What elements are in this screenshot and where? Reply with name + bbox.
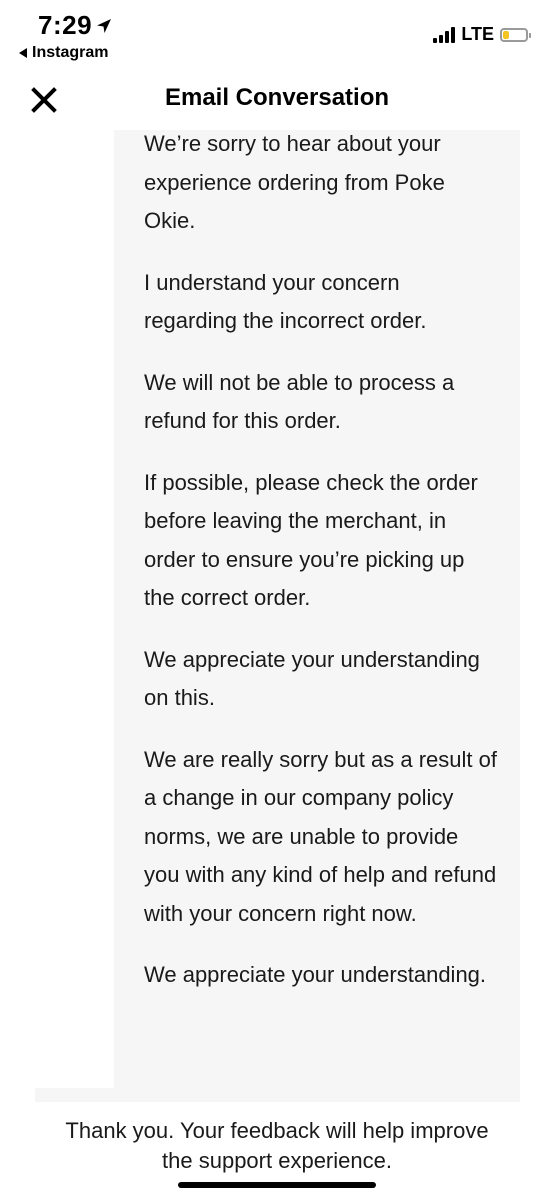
feedback-note-line-1: Thank you. Your feedback will help impro… [65,1118,489,1143]
back-app-label: Instagram [32,44,109,61]
message-paragraph: I understand your concern regarding the … [144,269,427,334]
email-message-panel[interactable]: We’re sorry to hear about your experienc… [114,130,520,1102]
status-time-text: 7:29 [38,10,93,40]
page-title: Email Conversation [164,84,390,111]
location-arrow-icon [96,18,112,34]
message-paragraph: We will not be able to process a refund … [144,369,455,434]
feedback-thanks-note: Thank you. Your feedback will help impro… [0,1116,554,1176]
battery-icon [500,27,531,42]
status-indicators: LTE [433,24,531,45]
cellular-signal-icon [433,26,456,43]
message-paragraph: If possible, please check the order befo… [144,469,478,611]
message-area-background [35,1088,115,1102]
email-message-body: We’re sorry to hear about your experienc… [114,130,520,995]
home-indicator[interactable] [178,1182,376,1188]
status-time: 7:29 [38,10,112,41]
message-paragraph: We appreciate your understanding. [144,962,487,987]
network-type: LTE [461,24,494,44]
message-paragraph: We’re sorry to hear about your experienc… [144,131,445,233]
back-to-app-link[interactable]: Instagram [18,44,108,62]
message-paragraph: We are really sorry but as a result of a… [144,746,497,926]
back-triangle-icon [18,47,28,59]
battery-level-fill [503,30,509,39]
feedback-note-line-2: the support experience. [162,1148,392,1173]
message-paragraph: We appreciate your understanding on this… [144,646,480,711]
